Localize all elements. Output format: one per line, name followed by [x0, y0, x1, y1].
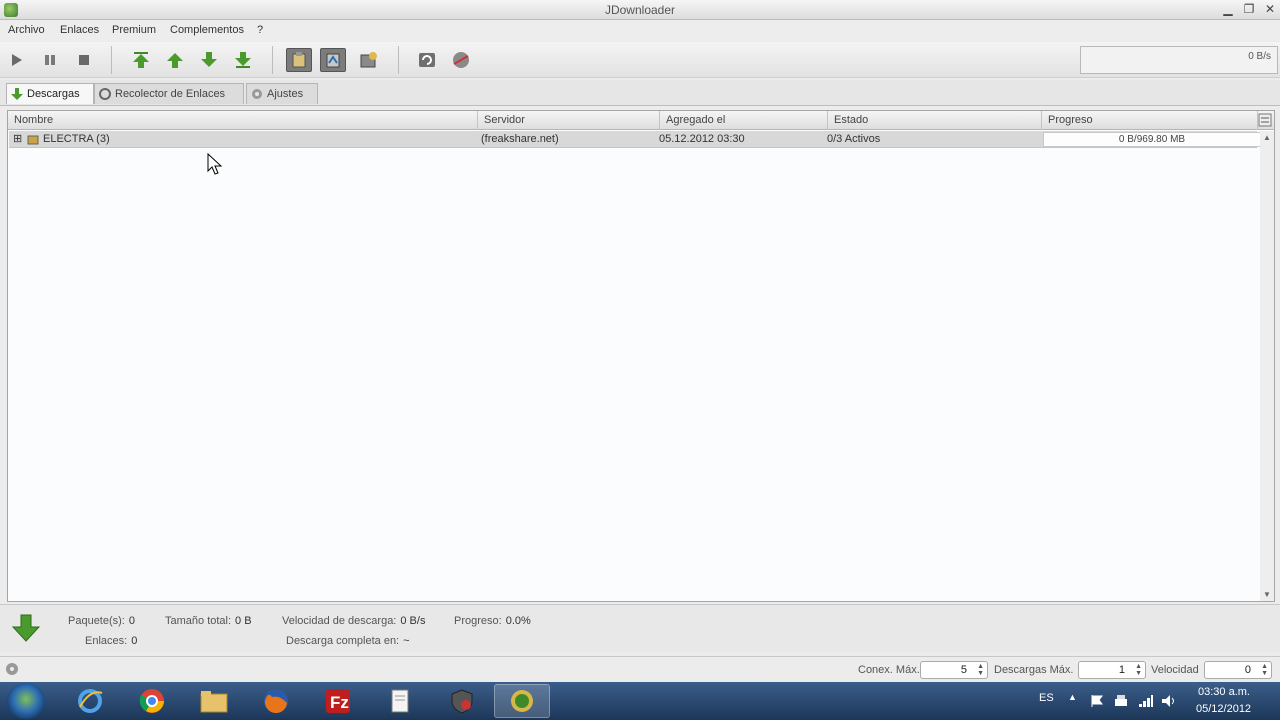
stepper-arrows-icon[interactable]: ▲ ▼ — [1261, 663, 1268, 677]
speed-limit-stepper[interactable]: 0 ▲ ▼ — [1204, 661, 1272, 679]
toolbar-separator — [111, 46, 112, 74]
column-settings-icon[interactable] — [1258, 113, 1272, 127]
expand-toggle-icon[interactable]: ⊞ — [13, 131, 22, 148]
show-hidden-icons-icon[interactable]: ▲ — [1068, 692, 1077, 702]
move-up-icon[interactable] — [162, 48, 188, 72]
download-status-icon — [12, 614, 40, 642]
folder-icon[interactable] — [186, 684, 242, 718]
table-header: Nombre Servidor Agregado el Estado Progr… — [8, 111, 1274, 130]
jdownloader-icon[interactable] — [494, 684, 550, 718]
tab-label: Recolector de Enlaces — [115, 88, 226, 100]
column-servidor[interactable]: Servidor — [478, 111, 660, 130]
scroll-up-icon[interactable]: ▲ — [1263, 133, 1271, 142]
speed-readout: 0 B/s — [1248, 51, 1271, 62]
svg-text:Fz: Fz — [330, 693, 349, 712]
ie-icon[interactable] — [62, 684, 118, 718]
table-row[interactable]: ⊞ ELECTRA (3) (freakshare.net) 05.12.201… — [9, 131, 1261, 148]
stop-icon[interactable] — [71, 48, 97, 72]
mouse-cursor-icon — [207, 153, 223, 175]
language-indicator[interactable]: ES — [1039, 692, 1054, 704]
reconnect-icon[interactable] — [448, 48, 474, 72]
play-icon[interactable] — [3, 48, 29, 72]
menu-premium[interactable]: Premium — [112, 24, 156, 36]
links-stat: Enlaces: 0 — [85, 635, 138, 647]
total-size-stat: Tamaño total: 0 B — [165, 615, 252, 627]
tab-recolector[interactable]: Recolector de Enlaces — [94, 83, 244, 104]
tab-ajustes[interactable]: Ajustes — [246, 83, 318, 104]
move-top-icon[interactable] — [128, 48, 154, 72]
volume-icon[interactable] — [1161, 694, 1177, 708]
vertical-scrollbar[interactable]: ▲ ▼ — [1260, 131, 1274, 601]
start-button[interactable] — [7, 683, 45, 719]
chrome-icon[interactable] — [124, 684, 180, 718]
tab-label: Descargas — [27, 88, 80, 100]
stepper-arrows-icon[interactable]: ▲ ▼ — [977, 663, 984, 677]
packages-stat: Paquete(s): 0 — [68, 615, 135, 627]
windows-taskbar: Fz ES ▲ 03:30 a.m. 05/12/2012 — [0, 682, 1280, 720]
downloads-table: Nombre Servidor Agregado el Estado Progr… — [7, 110, 1275, 602]
menu-archivo[interactable]: Archivo — [8, 24, 45, 36]
minimize-button[interactable]: ▁ — [1220, 2, 1236, 17]
menu-complementos[interactable]: Complementos — [170, 24, 244, 36]
max-downloads-label: Descargas Máx. — [994, 664, 1074, 676]
close-button[interactable]: ✕ — [1262, 2, 1278, 17]
max-downloads-stepper[interactable]: 1 ▲ ▼ — [1078, 661, 1146, 679]
package-added: 05.12.2012 03:30 — [659, 133, 745, 145]
maximize-button[interactable]: ❐ — [1241, 2, 1257, 17]
max-connections-label: Conex. Máx. — [858, 664, 920, 676]
title-bar: JDownloader ▁ ❐ ✕ — [0, 0, 1280, 20]
column-estado[interactable]: Estado — [828, 111, 1042, 130]
clipboard-icon[interactable] — [286, 48, 312, 72]
package-icon — [27, 131, 39, 148]
link-grabber-icon — [99, 88, 111, 100]
download-arrow-icon — [11, 88, 23, 100]
column-progreso[interactable]: Progreso — [1042, 111, 1258, 130]
max-connections-stepper[interactable]: 5 ▲ ▼ — [920, 661, 988, 679]
gear-icon — [252, 89, 262, 99]
stepper-arrows-icon[interactable]: ▲ ▼ — [1135, 663, 1142, 677]
toolbar-separator — [398, 46, 399, 74]
speed-stat: Velocidad de descarga: 0 B/s — [282, 615, 426, 627]
eta-stat: Descarga completa en: ~ — [286, 635, 410, 647]
filezilla-icon[interactable]: Fz — [310, 684, 366, 718]
package-status: 0/3 Activos — [827, 133, 881, 145]
status-panel: Paquete(s): 0 Enlaces: 0 Tamaño total: 0 B … — [0, 604, 1280, 652]
refresh-icon[interactable] — [414, 48, 440, 72]
window-title: JDownloader — [604, 3, 676, 17]
package-host: (freakshare.net) — [481, 133, 559, 145]
firefox-icon[interactable] — [248, 684, 304, 718]
progress-stat: Progreso: 0.0% — [454, 615, 531, 627]
settings-gear-icon[interactable] — [4, 661, 20, 677]
action-center-flag-icon[interactable] — [1090, 694, 1104, 708]
tab-descargas[interactable]: Descargas — [6, 83, 94, 104]
column-nombre[interactable]: Nombre — [8, 111, 478, 130]
speed-meter: 0 B/s — [1080, 46, 1278, 74]
printer-icon[interactable] — [1114, 694, 1128, 708]
clock-date[interactable]: 05/12/2012 — [1196, 703, 1251, 715]
control-bar: Conex. Máx. 5 ▲ ▼ Descargas Máx. 1 ▲ ▼ Vel… — [0, 656, 1280, 682]
security-icon[interactable] — [434, 684, 490, 718]
scroll-down-icon[interactable]: ▼ — [1263, 590, 1271, 599]
menu-bar: Archivo Enlaces Premium Complementos ? — [0, 21, 1280, 41]
reconnect-toggle-icon[interactable] — [320, 48, 346, 72]
move-down-icon[interactable] — [196, 48, 222, 72]
pause-icon[interactable] — [37, 48, 63, 72]
toolbar: 0 B/s — [0, 42, 1280, 78]
move-bottom-icon[interactable] — [230, 48, 256, 72]
toolbar-separator — [272, 46, 273, 74]
clock-time[interactable]: 03:30 a.m. — [1198, 686, 1250, 698]
tab-label: Ajustes — [267, 88, 304, 100]
notepad-icon[interactable] — [372, 684, 428, 718]
menu-enlaces[interactable]: Enlaces — [60, 24, 99, 36]
menu-help[interactable]: ? — [257, 24, 263, 36]
package-name: ELECTRA (3) — [43, 133, 110, 145]
tab-bar: Descargas Recolector de Enlaces Ajustes — [0, 80, 1280, 106]
package-progress: 0 B/969.80 MB — [1043, 132, 1261, 147]
column-agregado[interactable]: Agregado el — [660, 111, 828, 130]
premium-toggle-icon[interactable] — [356, 48, 382, 72]
network-icon[interactable] — [1138, 694, 1154, 708]
speed-limit-label: Velocidad — [1151, 664, 1199, 676]
